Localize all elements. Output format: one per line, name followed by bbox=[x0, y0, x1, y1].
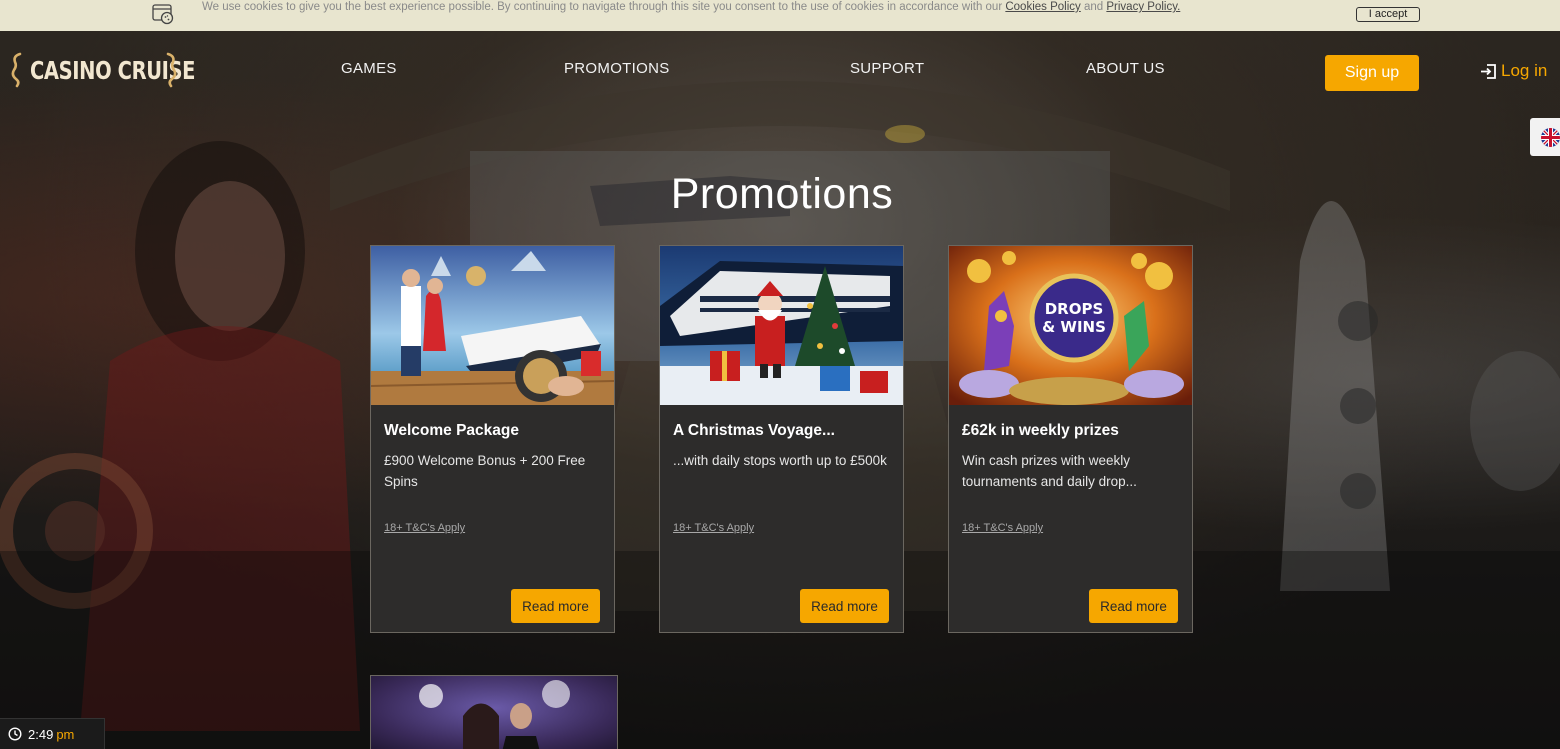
promo-description: £900 Welcome Bonus + 200 Free Spins bbox=[384, 453, 586, 489]
cookies-policy-link[interactable]: Cookies Policy bbox=[1005, 1, 1080, 13]
cookie-icon bbox=[152, 4, 174, 25]
clock-ampm: pm bbox=[56, 726, 75, 742]
page-title: Promotions bbox=[670, 170, 894, 218]
cookie-message-text: We use cookies to give you the best expe… bbox=[202, 1, 1003, 13]
accept-cookies-button[interactable]: I accept bbox=[1356, 7, 1420, 22]
drops-wins-line-2: & WINS bbox=[1042, 318, 1106, 336]
promo-image-christmas[interactable] bbox=[660, 246, 903, 405]
promo-description: ...with daily stops worth up to £500k bbox=[673, 453, 887, 468]
promo-image-partial[interactable] bbox=[371, 676, 617, 749]
promo-title: Welcome Package bbox=[384, 422, 519, 439]
promo-card-welcome-package[interactable]: Welcome Package £900 Welcome Bonus + 200… bbox=[370, 245, 615, 633]
login-link[interactable]: Log in bbox=[1480, 61, 1547, 81]
promo-description: Win cash prizes with weekly tournaments … bbox=[962, 453, 1137, 489]
terms-link[interactable]: 18+ T&C's Apply bbox=[673, 522, 754, 534]
nav-games[interactable]: GAMES bbox=[341, 60, 397, 77]
logo-text: CASINO CRUISE bbox=[30, 55, 196, 85]
clock-icon bbox=[8, 727, 22, 741]
uk-flag-icon bbox=[1541, 128, 1560, 147]
promo-card-christmas-voyage[interactable]: A Christmas Voyage... ...with daily stop… bbox=[659, 245, 904, 633]
nav-about-us[interactable]: ABOUT US bbox=[1086, 60, 1165, 77]
promo-title: £62k in weekly prizes bbox=[962, 422, 1119, 439]
login-label: Log in bbox=[1501, 61, 1548, 80]
login-icon bbox=[1481, 63, 1496, 79]
signup-button[interactable]: Sign up bbox=[1325, 55, 1419, 91]
seahorse-icon bbox=[11, 52, 22, 88]
promo-image-welcome[interactable] bbox=[371, 246, 614, 405]
casino-cruise-logo[interactable]: CASINO CRUISE bbox=[10, 52, 196, 88]
terms-link[interactable]: 18+ T&C's Apply bbox=[384, 522, 465, 534]
clock-time: 2:49 bbox=[28, 726, 54, 742]
terms-link[interactable]: 18+ T&C's Apply bbox=[962, 522, 1043, 534]
cookie-bar: We use cookies to give you the best expe… bbox=[0, 0, 1560, 31]
promo-image-drops-wins[interactable]: DROPS & WINS bbox=[949, 246, 1192, 405]
promo-card-weekly-prizes[interactable]: DROPS & WINS £62k in weekly prizes Win c… bbox=[948, 245, 1193, 633]
privacy-policy-link[interactable]: Privacy Policy. bbox=[1106, 1, 1180, 13]
read-more-button[interactable]: Read more bbox=[1089, 589, 1178, 623]
promo-title: A Christmas Voyage... bbox=[673, 422, 835, 439]
clock-widget: 2:49 pm bbox=[0, 718, 105, 749]
promo-card-partial[interactable] bbox=[370, 675, 618, 749]
nav-promotions[interactable]: PROMOTIONS bbox=[564, 60, 670, 77]
read-more-button[interactable]: Read more bbox=[511, 589, 600, 623]
cookie-message: We use cookies to give you the best expe… bbox=[202, 0, 1322, 15]
drops-wins-line-1: DROPS bbox=[1045, 300, 1104, 318]
seahorse-icon bbox=[166, 52, 177, 88]
nav-support[interactable]: SUPPORT bbox=[850, 60, 924, 77]
read-more-button[interactable]: Read more bbox=[800, 589, 889, 623]
cookie-and-text: and bbox=[1083, 1, 1104, 13]
language-selector[interactable] bbox=[1530, 118, 1560, 156]
